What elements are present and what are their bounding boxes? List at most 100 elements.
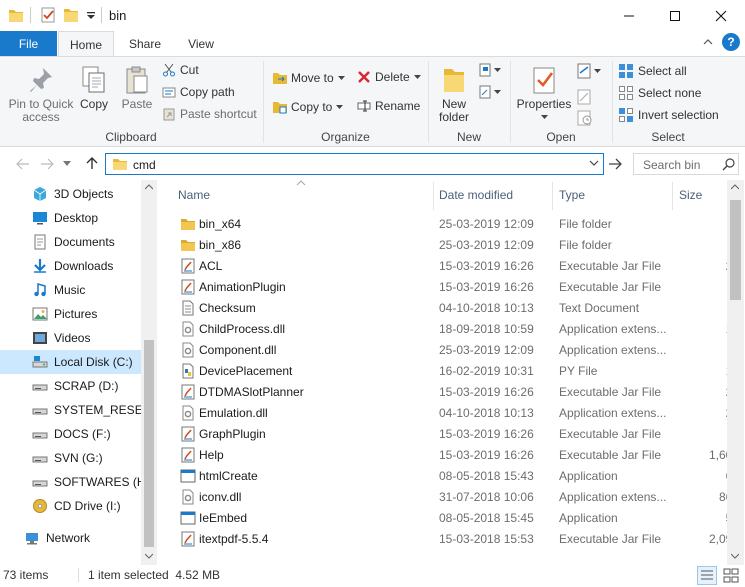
file-row[interactable]: bin_x86 25-03-2019 12:09 File folder: [174, 234, 727, 255]
move-to-icon: [272, 70, 288, 86]
rename-button[interactable]: Rename: [357, 99, 420, 113]
nav-item[interactable]: Downloads: [0, 254, 142, 278]
up-arrow-icon[interactable]: [86, 156, 98, 170]
column-divider[interactable]: [672, 182, 673, 210]
invert-selection-button[interactable]: Invert selection: [618, 107, 719, 123]
file-row[interactable]: Emulation.dll 04-10-2018 10:13 Application…: [174, 402, 727, 423]
new-folder-quick-access-icon[interactable]: [63, 6, 81, 24]
collapse-ribbon-icon[interactable]: [702, 36, 714, 48]
nav-item[interactable]: DOCS (F:): [0, 422, 142, 446]
search-icon[interactable]: [722, 158, 735, 171]
file-row[interactable]: GraphPlugin 15-03-2019 16:26 Executable Ja…: [174, 423, 727, 444]
nav-scrollbar[interactable]: [141, 180, 157, 565]
nav-item-network[interactable]: Network: [0, 526, 142, 550]
minimize-button[interactable]: [606, 0, 652, 31]
customize-quick-access-icon[interactable]: [86, 6, 96, 24]
file-row[interactable]: ChildProcess.dll 18-09-2018 10:59 Applicat…: [174, 318, 727, 339]
easy-access-icon[interactable]: [478, 85, 502, 99]
scroll-up-icon[interactable]: [145, 184, 153, 190]
file-row[interactable]: IeEmbed 08-05-2018 15:45 Application 52: [174, 507, 727, 528]
copy-button[interactable]: Copy: [76, 65, 112, 111]
nav-item[interactable]: CD Drive (I:): [0, 494, 142, 518]
address-input[interactable]: cmd: [133, 158, 156, 172]
nav-item[interactable]: Local Disk (C:): [0, 350, 142, 374]
search-input[interactable]: Search bin: [643, 158, 700, 172]
large-icons-view-button[interactable]: [722, 567, 740, 584]
paste-button[interactable]: Paste: [118, 65, 156, 111]
search-box[interactable]: Search bin: [633, 153, 739, 175]
nav-item[interactable]: SYSTEM_RESERV: [0, 398, 142, 422]
paste-shortcut-icon: [162, 107, 176, 121]
nav-item[interactable]: SVN (G:): [0, 446, 142, 470]
tab-view[interactable]: View: [178, 31, 224, 56]
new-item-icon[interactable]: [478, 63, 502, 77]
text-file-icon: [180, 300, 196, 316]
nav-item[interactable]: 3D Objects: [0, 182, 142, 206]
details-view-button[interactable]: [697, 566, 717, 585]
nav-item[interactable]: Music: [0, 278, 142, 302]
nav-item[interactable]: Videos: [0, 326, 142, 350]
column-divider[interactable]: [552, 182, 553, 210]
cut-button[interactable]: Cut: [162, 63, 199, 77]
file-row[interactable]: htmlCreate 08-05-2018 15:43 Application 62: [174, 465, 727, 486]
scroll-down-icon[interactable]: [145, 553, 153, 559]
file-row[interactable]: DTDMASlotPlanner 15-03-2019 16:26 Executab…: [174, 381, 727, 402]
copy-to-button[interactable]: Copy to: [272, 99, 344, 115]
go-arrow-icon[interactable]: [608, 158, 622, 170]
column-header-date[interactable]: Date modified: [439, 188, 513, 202]
scroll-up-icon[interactable]: [731, 184, 739, 190]
copy-path-button[interactable]: Copy path: [162, 85, 235, 99]
file-row[interactable]: itextpdf-5.5.4 15-03-2018 15:53 Executable…: [174, 528, 727, 549]
pin-to-quick-access-button[interactable]: Pin to Quick access: [6, 65, 76, 124]
column-header-size[interactable]: Size: [679, 188, 702, 202]
file-row[interactable]: Checksum 04-10-2018 10:13 Text Document 1: [174, 297, 727, 318]
nav-item[interactable]: SCRAP (D:): [0, 374, 142, 398]
divider: [30, 7, 31, 23]
select-all-button[interactable]: Select all: [618, 63, 687, 79]
recent-locations-icon[interactable]: [63, 161, 71, 167]
properties-button[interactable]: Properties: [514, 65, 574, 120]
tab-home[interactable]: Home: [58, 31, 114, 57]
file-date: 31-07-2018 10:06: [439, 490, 534, 504]
column-divider[interactable]: [433, 182, 434, 210]
nav-item[interactable]: SOFTWARES (H:: [0, 470, 142, 494]
tab-file[interactable]: File: [0, 31, 57, 56]
file-row[interactable]: Help 15-03-2019 16:26 Executable Jar File 1…: [174, 444, 727, 465]
tab-share[interactable]: Share: [120, 31, 170, 56]
forward-arrow-icon[interactable]: [40, 158, 54, 170]
nav-item[interactable]: Documents: [0, 230, 142, 254]
new-folder-button[interactable]: New folder: [434, 65, 474, 124]
file-row[interactable]: DevicePlacement 16-02-2019 10:31 PY File 10: [174, 360, 727, 381]
pictures-icon: [32, 306, 48, 322]
column-header-type[interactable]: Type: [559, 188, 585, 202]
file-row[interactable]: ACL 15-03-2019 16:26 Executable Jar File 23: [174, 255, 727, 276]
file-list-scrollbar[interactable]: [727, 180, 744, 565]
file-row[interactable]: AnimationPlugin 15-03-2019 16:26 Executabl…: [174, 276, 727, 297]
edit-icon[interactable]: [576, 89, 594, 105]
nav-scroll-thumb[interactable]: [144, 340, 154, 547]
delete-button[interactable]: Delete: [357, 70, 421, 84]
file-row[interactable]: iconv.dll 31-07-2018 10:06 Application ext…: [174, 486, 727, 507]
file-row[interactable]: bin_x64 25-03-2019 12:09 File folder: [174, 213, 727, 234]
history-icon[interactable]: [576, 110, 594, 126]
back-arrow-icon[interactable]: [16, 158, 30, 170]
close-button[interactable]: [698, 0, 744, 31]
nav-item[interactable]: Desktop: [0, 206, 142, 230]
maximize-button[interactable]: [652, 0, 698, 31]
item-count: 73 items: [3, 568, 49, 582]
open-with-icon[interactable]: [576, 63, 602, 79]
file-scroll-thumb[interactable]: [730, 200, 741, 300]
nav-item-label: Documents: [54, 235, 115, 249]
chevron-down-icon[interactable]: [589, 159, 599, 167]
help-icon[interactable]: ?: [722, 33, 740, 51]
move-to-button[interactable]: Move to: [272, 70, 345, 86]
file-row[interactable]: Component.dll 25-03-2019 12:09 Application…: [174, 339, 727, 360]
scroll-down-icon[interactable]: [731, 553, 739, 559]
select-none-button[interactable]: Select none: [618, 85, 701, 101]
nav-item[interactable]: Pictures: [0, 302, 142, 326]
column-header-name[interactable]: Name: [178, 188, 210, 202]
address-bar[interactable]: cmd: [105, 153, 604, 175]
paste-shortcut-button[interactable]: Paste shortcut: [162, 107, 257, 121]
properties-quick-access-icon[interactable]: [40, 6, 58, 24]
py-icon: [180, 363, 196, 379]
